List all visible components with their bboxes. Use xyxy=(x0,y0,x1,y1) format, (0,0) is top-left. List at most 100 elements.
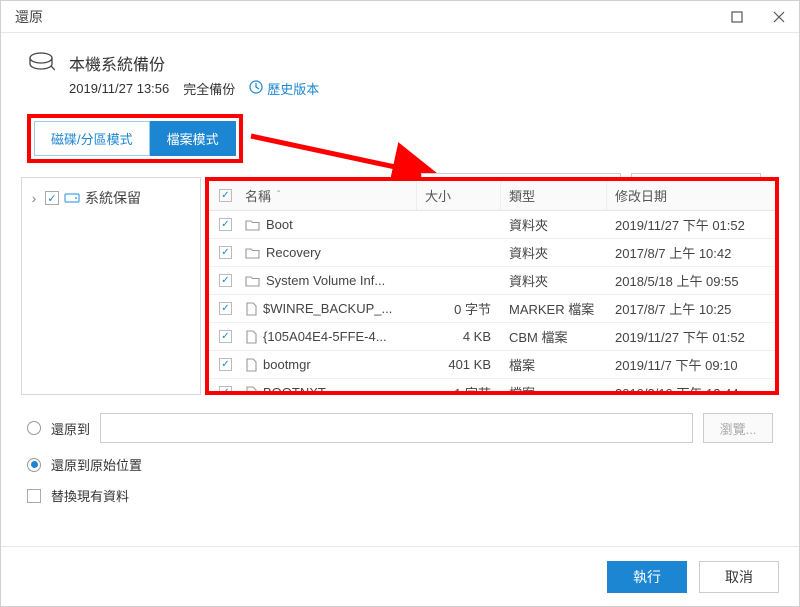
row-size xyxy=(417,239,501,266)
execute-button[interactable]: 執行 xyxy=(607,561,687,593)
header-text: 本機系統備份 2019/11/27 13:56 完全備份 歷史版本 xyxy=(69,51,319,98)
window: 還原 本機系統備份 2019/11/27 13:56 完全備份 xyxy=(0,0,800,607)
row-type: 資料夾 xyxy=(501,267,607,294)
row-size xyxy=(417,211,501,238)
row-size xyxy=(417,267,501,294)
chevron-right-icon: › xyxy=(28,190,40,206)
table-row[interactable]: ✓ Boot 資料夾2019/11/27 下午 01:52 xyxy=(209,211,775,239)
row-date: 2018/5/18 上午 09:55 xyxy=(607,267,775,294)
window-buttons xyxy=(725,5,791,29)
close-button[interactable] xyxy=(767,5,791,29)
row-checkbox[interactable]: ✓ xyxy=(219,274,232,287)
backup-type: 完全備份 xyxy=(183,79,235,98)
folder-icon xyxy=(245,219,260,231)
body: › ✓ 系統保留 ✓ 名稱ˆ 大小 類型 修改日期 ✓Boot資料夾2019/1… xyxy=(1,177,799,395)
file-list-panel: ✓ 名稱ˆ 大小 類型 修改日期 ✓Boot資料夾2019/11/27 下午 0… xyxy=(205,177,779,395)
row-name: bootmgr xyxy=(263,357,311,372)
row-date: 2019/3/19 下午 12:44 xyxy=(607,379,775,395)
file-icon xyxy=(245,302,257,316)
opt-restore-to: 還原到 瀏覽... xyxy=(27,413,773,443)
tab-file-mode[interactable]: 檔案模式 xyxy=(150,121,236,156)
row-size: 0 字节 xyxy=(417,295,501,322)
checkbox-replace-existing[interactable] xyxy=(27,489,41,503)
row-type: 檔案 xyxy=(501,379,607,395)
col-type[interactable]: 類型 xyxy=(501,181,607,210)
row-date: 2019/11/27 下午 01:52 xyxy=(607,211,775,238)
cancel-button[interactable]: 取消 xyxy=(699,561,779,593)
tree-checkbox[interactable]: ✓ xyxy=(45,191,59,205)
file-icon xyxy=(245,330,257,344)
backup-subtitle: 2019/11/27 13:56 完全備份 歷史版本 xyxy=(69,79,319,98)
row-date: 2017/8/7 上午 10:42 xyxy=(607,239,775,266)
folder-icon xyxy=(245,247,260,259)
row-size: 4 KB xyxy=(417,323,501,350)
row-type: 資料夾 xyxy=(501,239,607,266)
row-checkbox[interactable]: ✓ xyxy=(219,302,232,315)
row-name: System Volume Inf... xyxy=(266,273,385,288)
list-header: ✓ 名稱ˆ 大小 類型 修改日期 xyxy=(209,181,775,211)
row-date: 2019/11/7 下午 09:10 xyxy=(607,351,775,378)
row-checkbox[interactable]: ✓ xyxy=(219,218,232,231)
backup-title: 本機系統備份 xyxy=(69,51,319,75)
row-type: CBM 檔案 xyxy=(501,323,607,350)
col-size[interactable]: 大小 xyxy=(417,181,501,210)
row-type: 檔案 xyxy=(501,351,607,378)
list-body: ✓Boot資料夾2019/11/27 下午 01:52✓Recovery資料夾2… xyxy=(209,211,775,395)
select-all-checkbox[interactable]: ✓ xyxy=(219,189,232,202)
table-row[interactable]: ✓ bootmgr 401 KB檔案2019/11/7 下午 09:10 xyxy=(209,351,775,379)
row-name: {105A04E4-5FFE-4... xyxy=(263,329,387,344)
folder-icon xyxy=(245,275,260,287)
row-name: $WINRE_BACKUP_... xyxy=(263,301,392,316)
restore-to-label: 還原到 xyxy=(51,419,90,438)
tree-panel: › ✓ 系統保留 xyxy=(21,177,201,395)
header: 本機系統備份 2019/11/27 13:56 完全備份 歷史版本 xyxy=(1,33,799,114)
backup-timestamp: 2019/11/27 13:56 xyxy=(69,81,169,96)
sort-caret-icon: ˆ xyxy=(277,190,280,201)
titlebar: 還原 xyxy=(1,1,799,33)
replace-existing-label: 替換現有資料 xyxy=(51,486,129,505)
radio-restore-original[interactable] xyxy=(27,458,41,472)
opt-replace-existing: 替換現有資料 xyxy=(27,486,773,505)
window-title: 還原 xyxy=(15,7,725,27)
row-name: Recovery xyxy=(266,245,321,260)
radio-restore-to[interactable] xyxy=(27,421,41,435)
row-date: 2019/11/27 下午 01:52 xyxy=(607,323,775,350)
table-row[interactable]: ✓ System Volume Inf... 資料夾2018/5/18 上午 09:… xyxy=(209,267,775,295)
table-row[interactable]: ✓ BOOTNXT 1 字节檔案2019/3/19 下午 12:44 xyxy=(209,379,775,395)
tree-item-system-reserved[interactable]: › ✓ 系統保留 xyxy=(22,184,200,212)
disk-icon xyxy=(27,51,55,76)
row-type: MARKER 檔案 xyxy=(501,295,607,322)
restore-original-label: 還原到原始位置 xyxy=(51,455,142,474)
row-type: 資料夾 xyxy=(501,211,607,238)
drive-icon xyxy=(64,190,80,206)
row-checkbox[interactable]: ✓ xyxy=(219,386,232,395)
row-checkbox[interactable]: ✓ xyxy=(219,358,232,371)
file-icon xyxy=(245,386,257,396)
opt-restore-original: 還原到原始位置 xyxy=(27,455,773,474)
maximize-button[interactable] xyxy=(725,5,749,29)
row-checkbox[interactable]: ✓ xyxy=(219,330,232,343)
col-date[interactable]: 修改日期 xyxy=(607,181,775,210)
clock-icon xyxy=(249,80,263,97)
browse-button[interactable]: 瀏覽... xyxy=(703,413,773,443)
file-icon xyxy=(245,358,257,372)
history-link[interactable]: 歷史版本 xyxy=(249,79,319,98)
tree-item-label: 系統保留 xyxy=(85,188,141,208)
table-row[interactable]: ✓ {105A04E4-5FFE-4... 4 KBCBM 檔案2019/11/27… xyxy=(209,323,775,351)
tab-disk-mode[interactable]: 磁碟/分區模式 xyxy=(34,121,150,156)
row-size: 401 KB xyxy=(417,351,501,378)
history-link-label: 歷史版本 xyxy=(267,79,319,98)
restore-options: 還原到 瀏覽... 還原到原始位置 替換現有資料 xyxy=(1,395,799,515)
row-name: Boot xyxy=(266,217,293,232)
mode-tabs: 磁碟/分區模式 檔案模式 xyxy=(1,114,799,163)
footer: 執行 取消 xyxy=(1,546,799,606)
table-row[interactable]: ✓ Recovery 資料夾2017/8/7 上午 10:42 xyxy=(209,239,775,267)
table-row[interactable]: ✓ $WINRE_BACKUP_... 0 字节MARKER 檔案2017/8/7 … xyxy=(209,295,775,323)
row-date: 2017/8/7 上午 10:25 xyxy=(607,295,775,322)
row-size: 1 字节 xyxy=(417,379,501,395)
col-name[interactable]: 名稱ˆ xyxy=(237,181,417,210)
restore-path-input[interactable] xyxy=(100,413,693,443)
annotation-redbox-tabs: 磁碟/分區模式 檔案模式 xyxy=(27,114,243,163)
row-checkbox[interactable]: ✓ xyxy=(219,246,232,259)
row-name: BOOTNXT xyxy=(263,385,326,395)
